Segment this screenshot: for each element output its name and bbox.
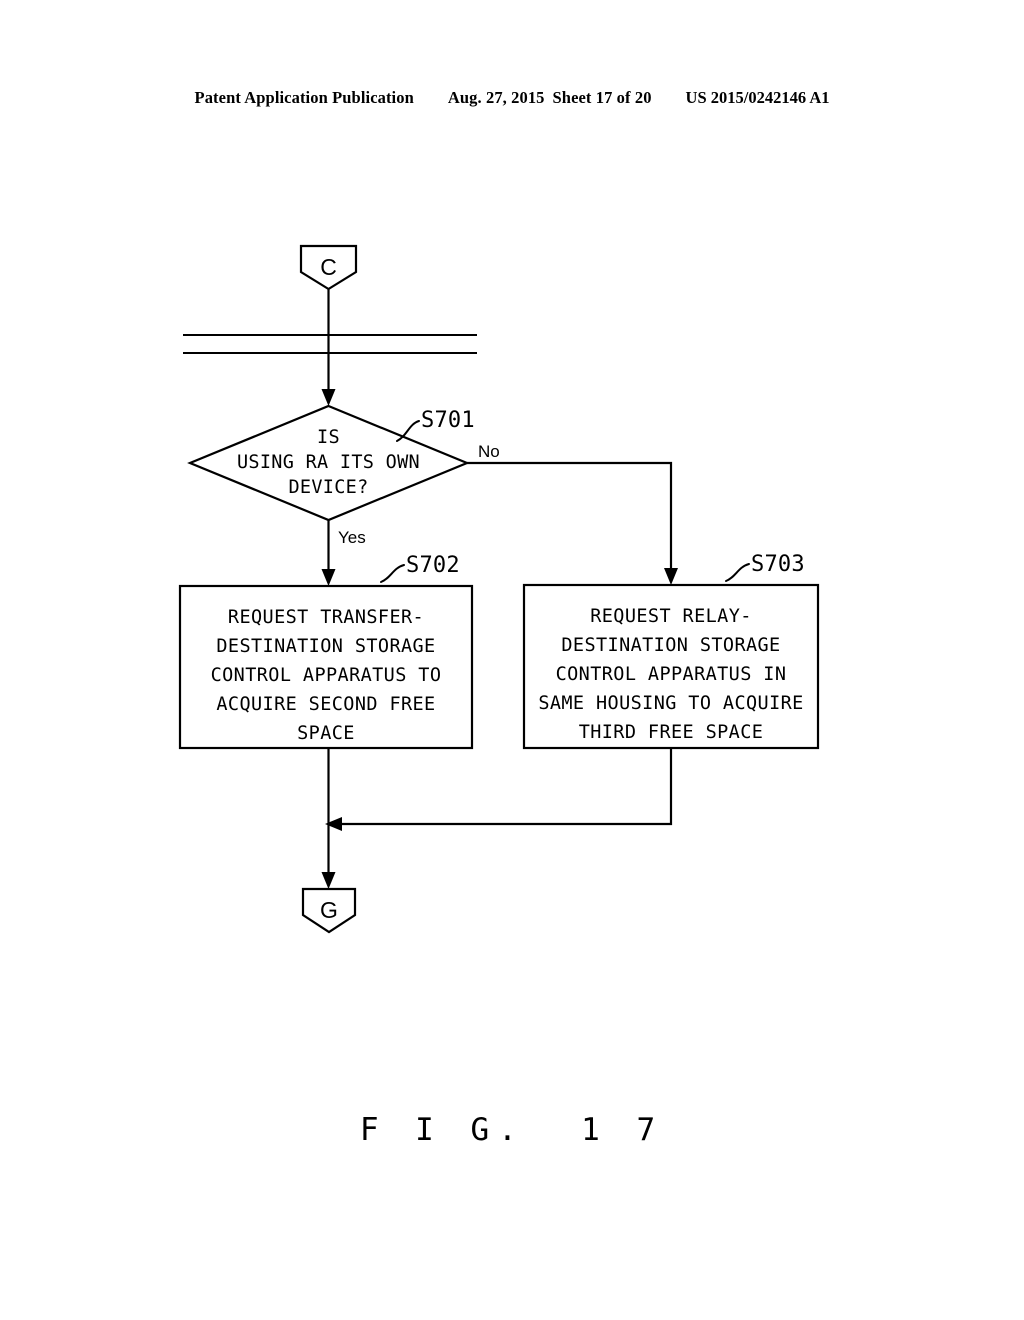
arrowhead-s703-in: [664, 568, 678, 585]
process-s702-line-2: CONTROL APPARATUS TO: [211, 665, 442, 686]
step-label-s701: S701: [421, 408, 475, 433]
flow-break-lines: [183, 334, 477, 354]
connector-c: C: [299, 244, 358, 291]
process-s703-line-0: REQUEST RELAY-: [590, 606, 752, 627]
process-s703: REQUEST RELAY- DESTINATION STORAGE CONTR…: [522, 583, 820, 750]
step-label-s703: S703: [751, 552, 805, 577]
process-s703-line-4: THIRD FREE SPACE: [579, 722, 764, 743]
decision-s701-line2: USING RA ITS OWN: [237, 452, 420, 473]
process-s702-line-1: DESTINATION STORAGE: [216, 636, 435, 657]
process-s703-line-2: CONTROL APPARATUS IN: [556, 664, 787, 685]
process-s703-line-3: SAME HOUSING TO ACQUIRE: [538, 693, 803, 714]
leader-s702: [380, 564, 405, 583]
process-s702-line-3: ACQUIRE SECOND FREE: [216, 694, 435, 715]
process-s702: REQUEST TRANSFER- DESTINATION STORAGE CO…: [178, 584, 474, 750]
process-s702-line-0: REQUEST TRANSFER-: [228, 607, 424, 628]
decision-s701-line3: DEVICE?: [288, 477, 368, 498]
step-label-s702: S702: [406, 553, 460, 578]
figure-caption: F I G. 1 7: [359, 1112, 665, 1148]
connector-g: G: [301, 887, 357, 934]
branch-label-yes: Yes: [338, 528, 366, 547]
arrowhead-s702-in: [321, 569, 336, 586]
arrowhead-g-in: [321, 872, 336, 889]
edge-s703-to-merge: [337, 748, 673, 826]
leader-s703: [725, 563, 750, 582]
branch-label-no: No: [478, 442, 500, 461]
edge-no-to-s703: [467, 461, 673, 578]
process-s703-line-1: DESTINATION STORAGE: [561, 635, 780, 656]
decision-s701-line1: IS: [317, 427, 340, 448]
process-s702-line-4: SPACE: [297, 723, 355, 744]
arrowhead-decision-in: [321, 389, 336, 406]
connector-g-label: G: [320, 897, 338, 923]
connector-c-label: C: [320, 254, 337, 280]
patent-page: Patent Application Publication Aug. 27, …: [0, 0, 1024, 1320]
